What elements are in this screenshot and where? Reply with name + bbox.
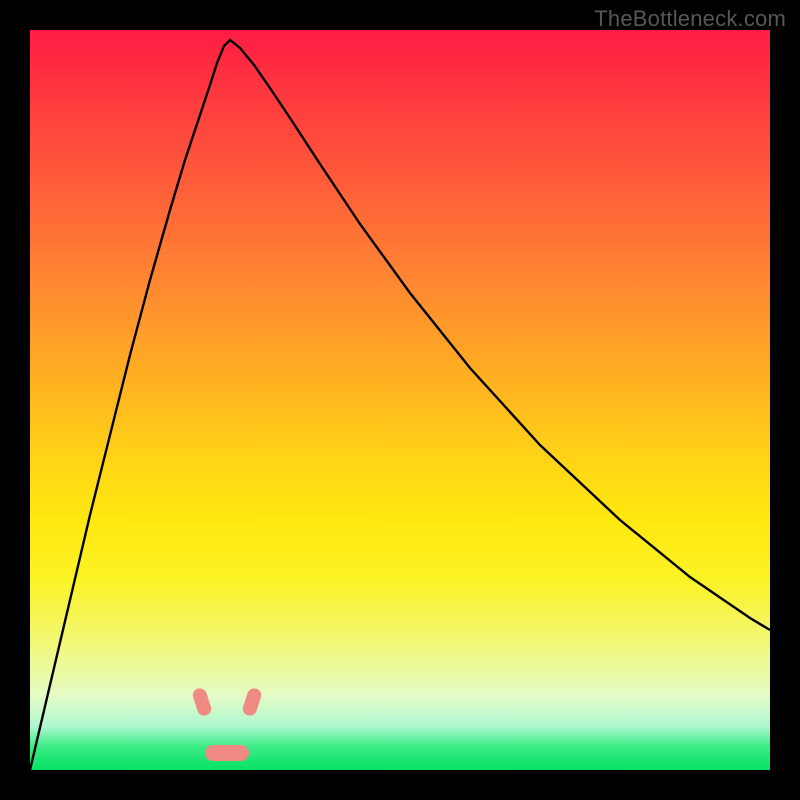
plot-area	[30, 30, 770, 770]
left-range-blob	[191, 687, 213, 718]
right-range-blob	[241, 687, 263, 718]
chart-frame: TheBottleneck.com	[0, 0, 800, 800]
bottom-range-blob	[205, 745, 249, 761]
marker-layer	[30, 30, 770, 770]
watermark-text: TheBottleneck.com	[594, 6, 786, 32]
